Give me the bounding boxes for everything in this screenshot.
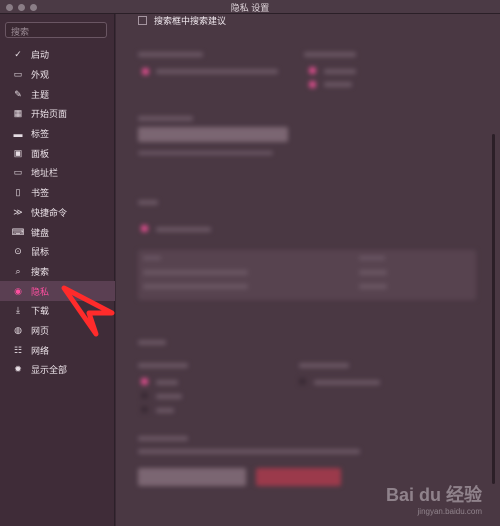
sidebar-item-label: 启动 bbox=[31, 50, 50, 61]
sidebar-item[interactable]: ▭ 地址栏 bbox=[0, 163, 115, 183]
sidebar-item[interactable]: ▬ 标签 bbox=[0, 124, 115, 144]
sidebar-item[interactable]: ☷ 网络 bbox=[0, 340, 115, 360]
nav-item-icon: ▭ bbox=[13, 69, 23, 80]
sidebar-item[interactable]: ▯ 书签 bbox=[0, 183, 115, 203]
nav-item-icon: ✹ bbox=[14, 364, 22, 375]
sidebar-search-input[interactable]: 搜索 bbox=[5, 22, 107, 38]
sidebar-item-label: 主题 bbox=[31, 89, 50, 100]
nav-item-icon: ⊙ bbox=[14, 246, 22, 257]
title-bar: 隐私 设置 bbox=[0, 0, 500, 14]
sidebar-item-label: 隐私 bbox=[31, 286, 50, 297]
sidebar-item-label: 键盘 bbox=[31, 227, 50, 238]
sidebar-item[interactable]: ⊙ 鼠标 bbox=[0, 242, 115, 262]
sidebar-item[interactable]: ▦ 开始页面 bbox=[0, 104, 115, 124]
sidebar-item-label: 面板 bbox=[31, 148, 50, 159]
checkbox[interactable] bbox=[138, 16, 147, 25]
annotation-arrow-icon bbox=[61, 285, 115, 337]
nav-item-icon: ▣ bbox=[13, 147, 23, 158]
settings-sidebar: 搜索 ✓ 启动 ▭ 外观 ✎ 主题 ▦ 开始页面 ▬ 标签 ▣ 面板 ▭ 地址栏 ▯ 书签 ≫ 快捷命令 ⌨ 键盘 ⊙ 鼠… bbox=[0, 14, 115, 526]
window-title: 隐私 设置 bbox=[230, 3, 270, 13]
nav-item-icon: ▯ bbox=[15, 187, 21, 198]
nav-item-icon: ✓ bbox=[14, 49, 22, 60]
sidebar-item-label: 下载 bbox=[31, 306, 50, 317]
watermark-url: jingyan.baidu.com bbox=[417, 507, 482, 516]
sidebar-item-label: 书签 bbox=[31, 188, 50, 199]
nav-item-icon: ◍ bbox=[14, 324, 22, 335]
sidebar-item-label: 开始页面 bbox=[31, 109, 68, 120]
sidebar-item-label: 快捷命令 bbox=[31, 207, 68, 218]
sidebar-item[interactable]: ✎ 主题 bbox=[0, 84, 115, 104]
nav-item-icon: ▦ bbox=[13, 108, 23, 119]
sidebar-item[interactable]: ✓ 启动 bbox=[0, 45, 115, 65]
setting-label: 搜索框中搜索建议 bbox=[154, 16, 227, 26]
nav-item-icon: ✎ bbox=[14, 88, 22, 99]
sidebar-item[interactable]: ✹ 显示全部 bbox=[0, 360, 115, 380]
nav-item-icon: ☷ bbox=[13, 344, 23, 355]
sidebar-item[interactable]: ⌕ 搜索 bbox=[0, 262, 115, 282]
sidebar-item[interactable]: ▭ 外观 bbox=[0, 65, 115, 85]
sidebar-item-label: 网络 bbox=[31, 345, 50, 356]
nav-item-icon: ≫ bbox=[13, 206, 23, 217]
nav-item-icon: ⤓ bbox=[16, 305, 20, 316]
sidebar-item[interactable]: ≫ 快捷命令 bbox=[0, 203, 115, 223]
sidebar-item-label: 网页 bbox=[31, 325, 50, 336]
sidebar-item[interactable]: ⌨ 键盘 bbox=[0, 222, 115, 242]
blurred-settings-content bbox=[116, 32, 500, 526]
nav-item-icon: ⌨ bbox=[11, 226, 25, 237]
scrollbar[interactable] bbox=[492, 134, 495, 484]
watermark-brand: Bai du 经验 bbox=[385, 485, 482, 505]
sidebar-item-label: 鼠标 bbox=[31, 247, 50, 258]
sidebar-item-label: 外观 bbox=[31, 70, 50, 81]
nav-item-icon: ⌕ bbox=[15, 265, 21, 276]
sidebar-item-label: 地址栏 bbox=[31, 168, 59, 179]
watermark: Bai du 经验 jingyan.baidu.com bbox=[386, 481, 482, 516]
sidebar-item[interactable]: ▣ 面板 bbox=[0, 143, 115, 163]
nav-item-icon: ▭ bbox=[13, 167, 23, 178]
search-suggestions-setting[interactable]: 搜索框中搜索建议 bbox=[138, 14, 226, 27]
sidebar-item-label: 显示全部 bbox=[31, 365, 68, 376]
nav-item-icon: ◉ bbox=[14, 285, 22, 296]
settings-main-panel: 搜索框中搜索建议 bbox=[116, 14, 500, 526]
sidebar-item-label: 搜索 bbox=[31, 266, 50, 277]
nav-item-icon: ▬ bbox=[13, 128, 23, 139]
sidebar-item-label: 标签 bbox=[31, 129, 50, 140]
